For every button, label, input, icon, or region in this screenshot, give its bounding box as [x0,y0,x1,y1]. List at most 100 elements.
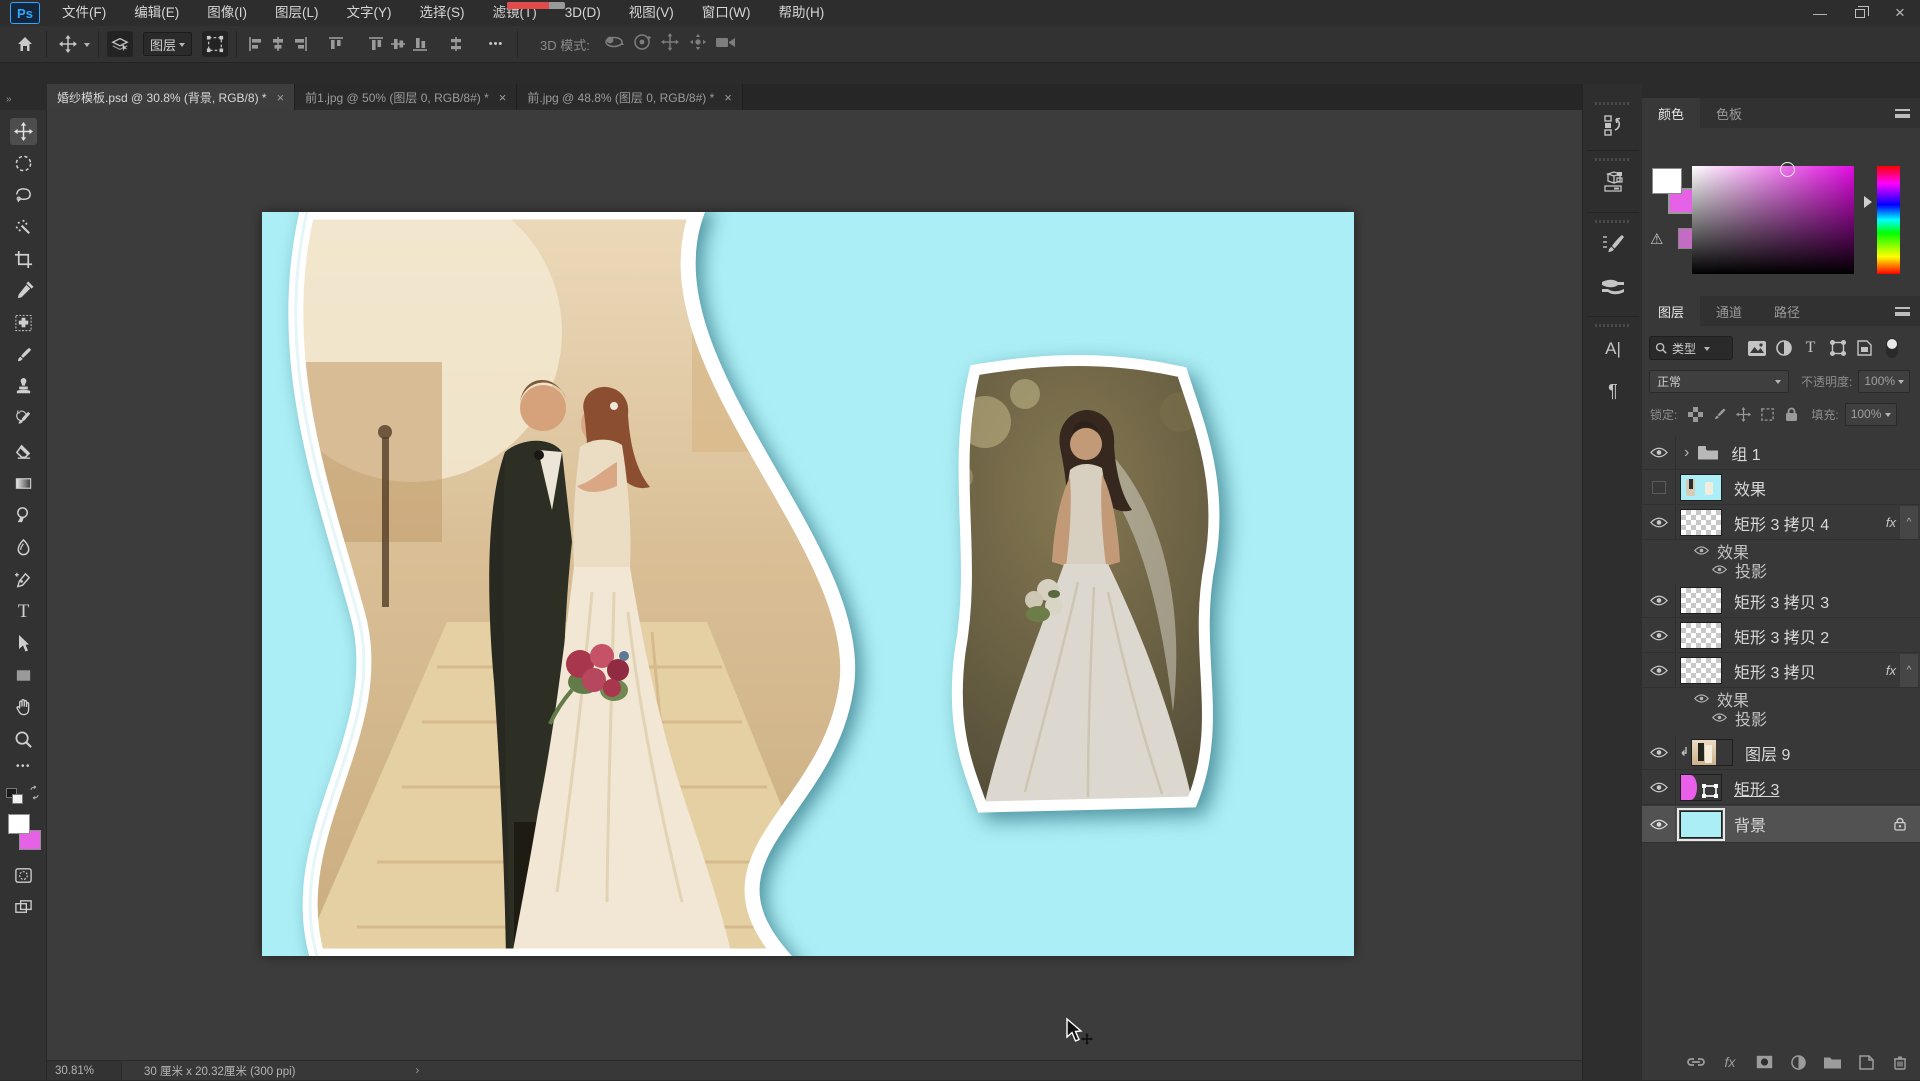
visibility-toggle[interactable] [1642,436,1676,469]
smudge-tool[interactable] [10,534,37,561]
move-tool-options-icon[interactable] [55,31,81,57]
layer-row-rect3-copy3[interactable]: 矩形 3 拷贝 3 [1642,584,1920,618]
layer-row-effects-header[interactable]: 效果 [1642,541,1920,560]
menu-edit[interactable]: 编辑(E) [120,0,193,26]
distribute-vertical-icon[interactable] [445,32,467,56]
canvas-pasteboard[interactable] [47,110,1582,1060]
panel-menu-icon[interactable] [1895,307,1910,316]
fill-dropdown[interactable]: 100% [1845,403,1897,426]
more-options-icon[interactable]: ••• [483,31,509,57]
menu-window[interactable]: 窗口(W) [688,0,765,26]
default-colors-icon[interactable] [6,786,40,808]
add-layer-style-icon[interactable]: fx [1720,1054,1740,1070]
layer-thumbnail[interactable] [1680,587,1722,614]
zoom-level-field[interactable]: 30.81% [47,1061,122,1080]
properties-panel-icon[interactable] [1597,168,1629,198]
menu-image[interactable]: 图像(I) [193,0,261,26]
brush-tool[interactable] [10,342,37,369]
fx-badge[interactable]: fx [1886,663,1896,678]
layer-row-drop-shadow[interactable]: 投影 [1642,708,1920,727]
shape-layer-thumbnail[interactable] [1680,774,1722,801]
link-layers-icon[interactable] [1686,1056,1706,1068]
auto-select-toggle-icon[interactable] [107,31,133,57]
filter-toggle-switch[interactable] [1878,338,1905,358]
foreground-color-swatch[interactable] [8,814,30,834]
dock-grip[interactable] [1595,158,1631,161]
pen-tool[interactable] [10,566,37,593]
align-middle-icon[interactable] [387,32,409,56]
restore-button[interactable] [1840,0,1880,26]
filter-shape-layers-icon[interactable] [1824,340,1851,356]
menu-select[interactable]: 选择(S) [406,0,479,26]
layer-thumbnail[interactable] [1680,509,1722,536]
visibility-toggle[interactable] [1642,619,1676,652]
screen-mode-icon[interactable] [10,894,37,921]
layer-row-rect3-copy[interactable]: 矩形 3 拷贝 fx ^ [1642,654,1920,688]
align-center-horizontal-icon[interactable] [267,32,289,56]
layer-row-layer9[interactable]: 图层 9 [1642,736,1920,770]
menu-type[interactable]: 文字(Y) [333,0,406,26]
layer-thumbnail[interactable] [1680,657,1722,684]
clone-stamp-tool[interactable] [10,374,37,401]
shape-tool[interactable] [10,662,37,689]
layer-row-effect-image[interactable]: 效果 [1642,471,1920,505]
character-panel-icon[interactable]: A| [1597,334,1629,364]
color-picker-ring[interactable] [1780,162,1795,177]
hand-tool[interactable] [10,694,37,721]
filter-smart-objects-icon[interactable] [1851,340,1878,356]
doc-tab-front[interactable]: 前.jpg @ 48.8% (图层 0, RGB/8#) *× [517,84,743,110]
lock-artboard-icon[interactable] [1755,407,1779,422]
dodge-tool[interactable] [10,502,37,529]
layer-row-background[interactable]: 背景 [1642,806,1920,843]
tab-channels[interactable]: 通道 [1700,296,1758,326]
3d-camera-icon[interactable] [712,34,740,55]
healing-patch-tool[interactable] [10,310,37,337]
visibility-toggle[interactable] [1642,584,1676,617]
layer-thumbnail[interactable] [1680,474,1722,501]
zoom-tool[interactable] [10,726,37,753]
history-panel-icon[interactable] [1597,110,1629,140]
layer-row-group1[interactable]: › 组 1 [1642,436,1920,470]
color-swatches[interactable] [0,810,47,856]
layer-thumbnail[interactable] [1680,811,1722,838]
move-tool[interactable] [10,118,37,145]
show-transform-controls-icon[interactable] [202,31,228,57]
hue-slider[interactable] [1877,166,1900,274]
brushes-panel-icon[interactable] [1597,272,1629,302]
visibility-toggle[interactable] [1642,471,1676,504]
eraser-tool[interactable] [10,438,37,465]
lock-all-icon[interactable] [1779,407,1803,422]
eyedropper-tool[interactable] [10,278,37,305]
paragraph-panel-icon[interactable]: ¶ [1597,376,1629,406]
layer-thumbnail[interactable] [1680,622,1722,649]
3d-drag-icon[interactable] [656,33,684,56]
menu-file[interactable]: 文件(F) [48,0,120,26]
toolbar-collapse-icon[interactable]: » [6,94,12,105]
status-chevron-icon[interactable]: › [416,1065,420,1077]
color-field[interactable] [1692,166,1854,274]
menu-view[interactable]: 视图(V) [615,0,688,26]
visibility-toggle[interactable] [1642,654,1676,687]
3d-orbit-icon[interactable] [600,33,628,56]
type-tool[interactable]: T [10,598,37,625]
layer-row-rect3-copy2[interactable]: 矩形 3 拷贝 2 [1642,619,1920,653]
visibility-toggle[interactable] [1642,806,1676,842]
toolbar-more-icon[interactable]: ••• [10,758,37,774]
new-adjustment-layer-icon[interactable] [1788,1055,1808,1070]
visibility-toggle[interactable] [1642,506,1676,539]
brush-settings-panel-icon[interactable] [1597,230,1629,260]
tab-color[interactable]: 颜色 [1642,98,1700,128]
minimize-button[interactable]: — [1800,0,1840,26]
foreground-color-swatch[interactable] [1652,168,1682,194]
layer-row-rect3[interactable]: 矩形 3 [1642,771,1920,805]
gamut-warning-icon[interactable]: ⚠ [1650,230,1663,248]
new-group-icon[interactable] [1822,1055,1842,1069]
lock-position-icon[interactable] [1731,407,1755,422]
new-layer-icon[interactable] [1856,1055,1876,1070]
blend-mode-dropdown[interactable]: 正常 [1649,370,1789,393]
align-right-icon[interactable] [289,32,311,56]
tab-paths[interactable]: 路径 [1758,296,1816,326]
crop-tool[interactable] [10,246,37,273]
layer-thumbnail[interactable] [1691,739,1733,766]
filter-type-layers-icon[interactable]: T [1797,339,1824,357]
